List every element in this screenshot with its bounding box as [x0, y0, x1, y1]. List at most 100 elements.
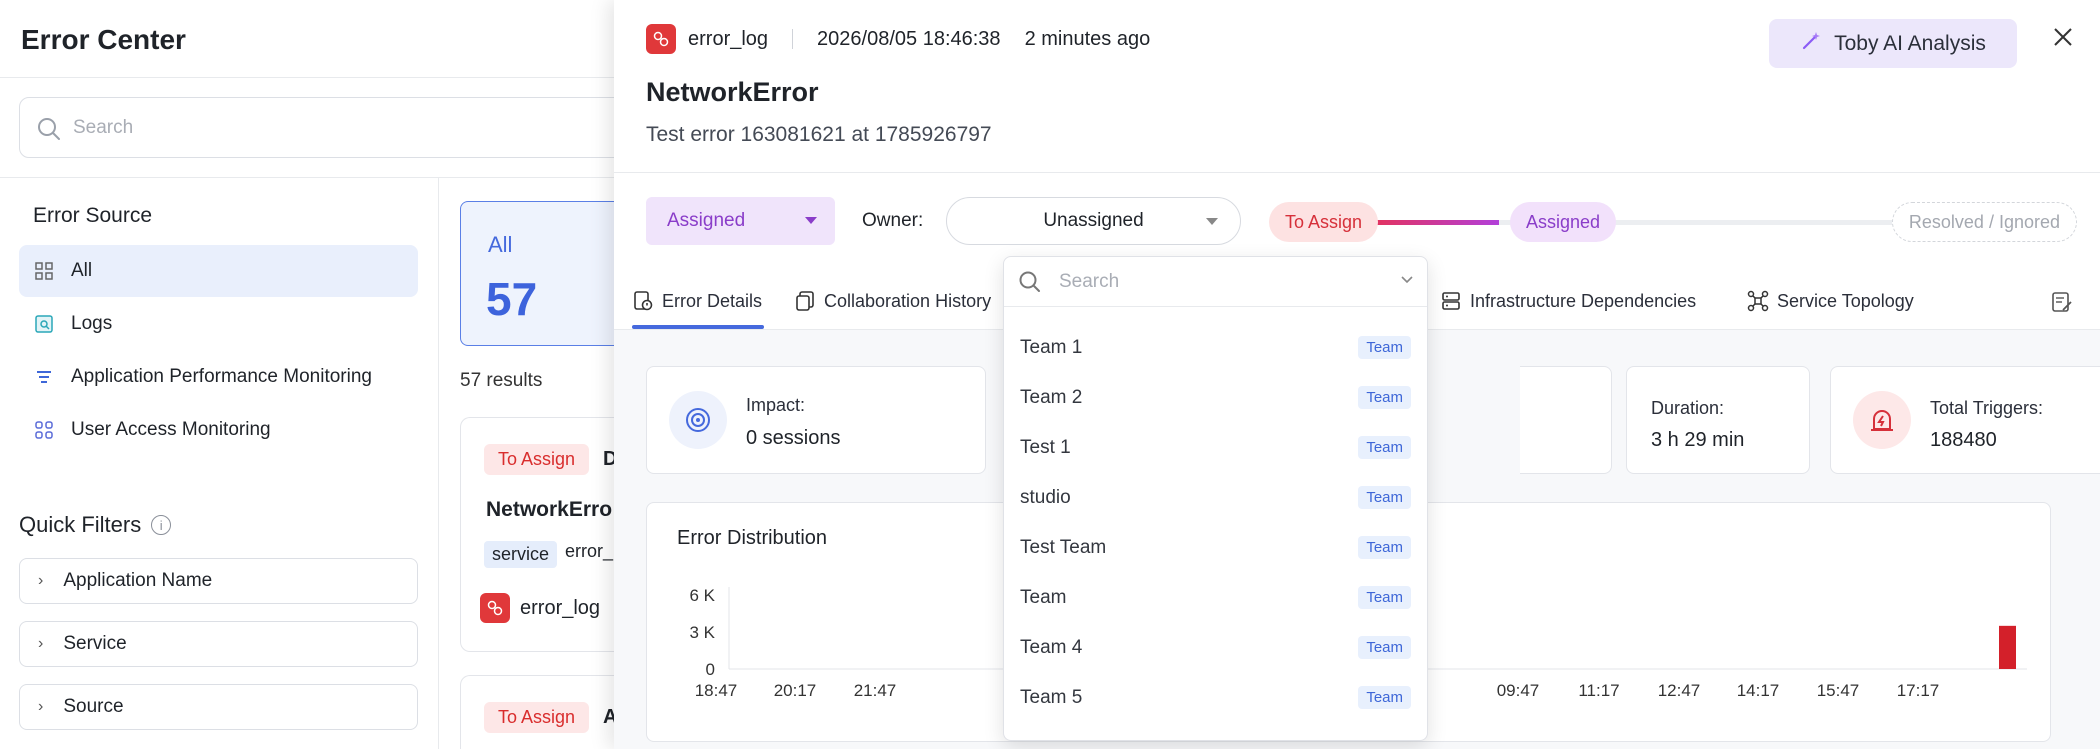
x-tick-label: 17:17	[1897, 681, 1940, 700]
source-label: error_log	[688, 27, 769, 50]
owner-select-value: Unassigned	[1043, 210, 1144, 231]
y-tick-label: 0	[706, 660, 715, 679]
search-icon	[1018, 270, 1042, 299]
tab-label: Error Details	[662, 290, 763, 311]
team-tag: Team	[1358, 686, 1411, 709]
all-card-label: All	[488, 232, 513, 257]
close-icon[interactable]	[2048, 24, 2078, 54]
tab-infrastructure-dependencies[interactable]: Infrastructure Dependencies	[1440, 290, 1696, 312]
x-tick-label: 18:47	[695, 681, 738, 700]
all-card-count: 57	[486, 273, 538, 325]
caret-down-icon	[1206, 218, 1218, 225]
topology-icon	[1747, 290, 1769, 312]
source-item-label: User Access Monitoring	[71, 419, 271, 440]
results-count: 57 results	[460, 370, 543, 391]
option-name: Team 5	[1020, 687, 1083, 708]
dropdown-search-input[interactable]: Search	[1004, 257, 1427, 307]
dropdown-option[interactable]: Team 4 Team	[1004, 623, 1427, 673]
filter-label: Service	[63, 633, 127, 654]
impact-card: Impact: 0 sessions	[646, 366, 986, 474]
all-count-card[interactable]: All 57	[460, 201, 620, 346]
source-item-logs[interactable]: Logs	[19, 298, 418, 350]
tab-service-topology[interactable]: Service Topology	[1747, 290, 1914, 312]
filter-service[interactable]: › Service	[19, 621, 418, 667]
y-tick-label: 3 K	[689, 623, 715, 642]
server-icon	[1440, 290, 1462, 312]
error-list-item[interactable]: To Assign D NetworkErro service error_ e…	[460, 417, 620, 652]
source-item-label: Application Performance Monitoring	[71, 366, 372, 387]
source-item-apm[interactable]: Application Performance Monitoring	[19, 351, 418, 403]
drawer-header-meta: error_log 2026/08/05 18:46:38 2 minutes …	[646, 24, 1150, 54]
divider	[0, 77, 620, 78]
dropdown-option[interactable]: studio Team	[1004, 473, 1427, 523]
owner-label: Owner:	[862, 210, 924, 231]
dropdown-option[interactable]: Test Team Team	[1004, 523, 1427, 573]
error-bar	[1999, 625, 2016, 669]
dropdown-option[interactable]: Team 2 Team	[1004, 373, 1427, 423]
copy-icon	[794, 290, 816, 312]
impact-label: Impact:	[746, 395, 806, 415]
duration-value: 3 h 29 min	[1651, 429, 1745, 451]
search-input[interactable]: Search	[19, 97, 639, 158]
error-item-name: NetworkErro	[486, 498, 613, 521]
quick-filters-label: Quick Filters	[19, 512, 142, 537]
x-tick-label: 09:47	[1497, 681, 1540, 700]
tab-label: Collaboration History	[824, 290, 992, 311]
triggers-value: 188480	[1930, 429, 1997, 451]
error-message: Test error 163081621 at 1785926797	[646, 123, 992, 146]
ai-analysis-button[interactable]: Toby AI Analysis	[1769, 19, 2017, 68]
magic-wand-icon	[1800, 30, 1822, 58]
relative-time: 2 minutes ago	[1024, 27, 1151, 50]
error-details-icon	[632, 290, 654, 312]
option-name: Team 4	[1020, 637, 1083, 658]
impact-value: 0 sessions	[746, 427, 841, 449]
chevron-right-icon: ›	[38, 635, 44, 652]
x-tick-label: 11:17	[1578, 681, 1619, 700]
error-title: NetworkError	[646, 77, 819, 107]
owner-select[interactable]: Unassigned	[946, 197, 1241, 245]
chevron-down-icon[interactable]	[1399, 271, 1415, 292]
dropdown-search-placeholder: Search	[1059, 271, 1120, 292]
ai-button-label: Toby AI Analysis	[1834, 31, 1986, 55]
dropdown-option[interactable]: Team 5 Team	[1004, 673, 1427, 723]
stat-card-hidden	[1520, 366, 1612, 474]
status-select-value: Assigned	[667, 210, 746, 231]
option-name: studio	[1020, 487, 1071, 508]
filter-application-name[interactable]: › Application Name	[19, 558, 418, 604]
search-icon	[36, 116, 62, 147]
divider	[0, 177, 620, 178]
step-resolved[interactable]: Resolved / Ignored	[1891, 202, 2077, 242]
option-name: Test 1	[1020, 437, 1071, 458]
error-list-item[interactable]: To Assign A	[460, 675, 620, 749]
quick-filters-title: Quick Filters i	[19, 512, 172, 538]
team-tag: Team	[1358, 586, 1411, 609]
step-to-assign[interactable]: To Assign	[1269, 202, 1379, 242]
error-item-tags: service error_	[484, 541, 613, 568]
dropdown-option[interactable]: Test 1 Team	[1004, 423, 1427, 473]
filter-label: Source	[63, 696, 124, 717]
step-assigned[interactable]: Assigned	[1510, 202, 1617, 242]
duration-label: Duration:	[1651, 398, 1725, 418]
info-icon[interactable]: i	[151, 515, 172, 535]
dropdown-option[interactable]: Team 1 Team	[1004, 323, 1427, 373]
error-item-header: To Assign D	[484, 444, 618, 475]
source-item-all[interactable]: All	[19, 245, 418, 297]
tab-collaboration-history[interactable]: Collaboration History	[794, 290, 991, 312]
error-log-icon	[646, 24, 676, 54]
edit-note-icon[interactable]	[2050, 290, 2074, 314]
tab-error-details[interactable]: Error Details	[632, 290, 762, 312]
filter-source[interactable]: › Source	[19, 684, 418, 730]
team-tag: Team	[1358, 486, 1411, 509]
total-triggers-card: Total Triggers: 188480	[1830, 366, 2100, 474]
status-select[interactable]: Assigned	[646, 197, 835, 245]
x-tick-label: 21:47	[854, 681, 897, 700]
impact-icon	[669, 391, 727, 449]
dropdown-option[interactable]: Team Team	[1004, 573, 1427, 623]
timestamp: 2026/08/05 18:46:38	[817, 27, 1001, 50]
tag-value: error_	[565, 541, 614, 561]
source-item-user-access[interactable]: User Access Monitoring	[19, 404, 418, 456]
grid-icon	[33, 260, 55, 282]
tab-label: Service Topology	[1777, 290, 1914, 311]
error-item-source: error_log	[480, 593, 600, 623]
team-tag: Team	[1358, 386, 1411, 409]
